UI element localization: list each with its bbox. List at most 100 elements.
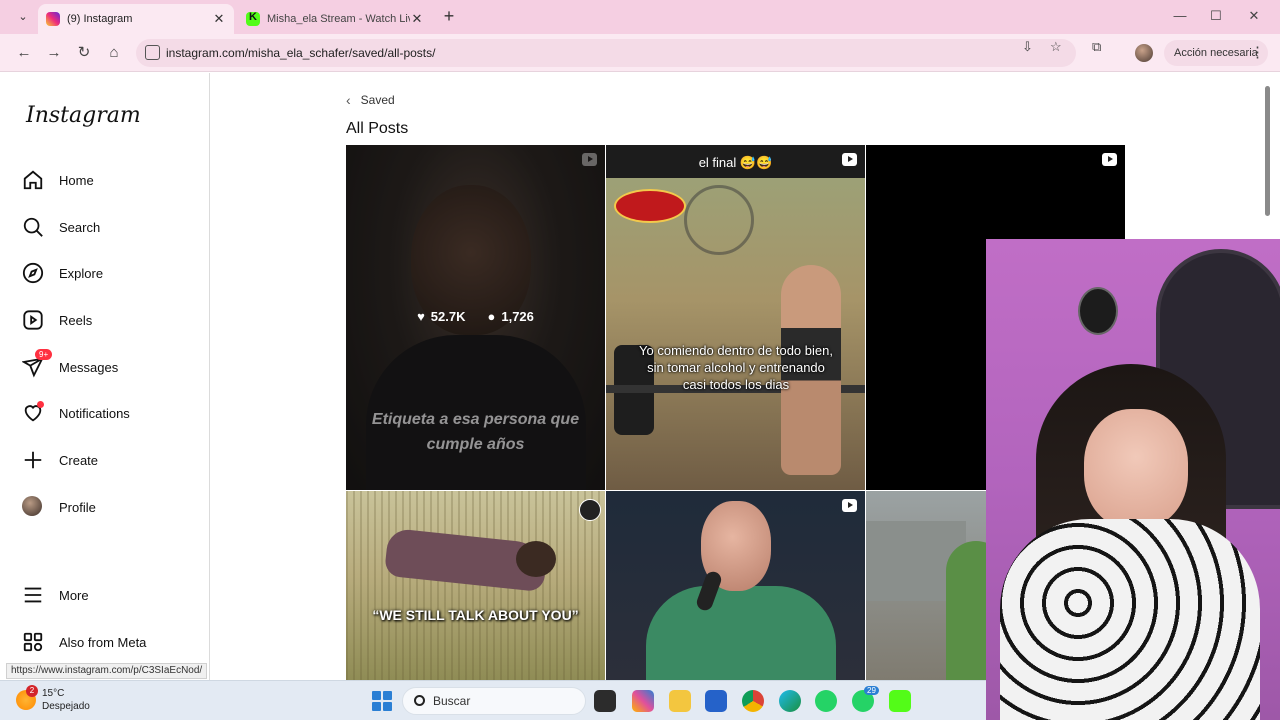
site-info-icon[interactable]: [145, 45, 160, 60]
store-icon[interactable]: [705, 690, 727, 712]
search-icon: [22, 216, 44, 238]
sidebar-item-reels[interactable]: Reels: [22, 300, 202, 340]
bookmark-star-icon[interactable]: ☆: [1050, 39, 1062, 55]
reel-icon: [842, 499, 857, 512]
reel-icon: [1102, 153, 1117, 166]
home-icon: [22, 169, 44, 191]
meta-apps-icon: [22, 631, 44, 653]
sidebar-item-label: Messages: [59, 359, 119, 375]
chrome-icon[interactable]: [742, 690, 764, 712]
account-logo-icon: [579, 499, 601, 521]
sidebar-item-label: Reels: [59, 312, 93, 328]
tab-title: Misha_ela Stream - Watch Live: [267, 13, 410, 25]
post-top-text: el final 😅😅: [606, 145, 865, 178]
tab-close-icon[interactable]: ✕: [410, 11, 424, 27]
file-explorer-icon[interactable]: [669, 690, 691, 712]
whatsapp-icon[interactable]: [815, 690, 837, 712]
sidebar-item-notifications[interactable]: Notifications: [22, 393, 202, 433]
new-tab-button[interactable]: +: [440, 6, 458, 27]
browser-tab-bar: ⌄ (9) Instagram ✕ Misha_ela Stream - Wat…: [0, 0, 1280, 34]
home-icon[interactable]: ⌂: [103, 42, 125, 64]
minimize-icon[interactable]: —: [1172, 8, 1188, 23]
post-tile[interactable]: ♥ 52.7K ● 1,726 Etiqueta a esa persona que…: [346, 145, 605, 490]
instagram-sidebar: Instagram Home Search Explore Reels 9+ M…: [6, 73, 210, 680]
sidebar-item-label: Also from Meta: [59, 634, 147, 650]
post-tile[interactable]: el final 😅😅 Yo comiendo dentro de todo b…: [606, 145, 865, 490]
address-bar[interactable]: instagram.com/misha_ela_schafer/saved/al…: [136, 39, 1076, 67]
heart-icon: [22, 401, 44, 424]
back-icon[interactable]: ←: [13, 42, 35, 64]
extensions-icon[interactable]: ⧉: [1092, 39, 1101, 55]
weather-widget[interactable]: 2 15°C Despejado: [16, 685, 90, 713]
menu-icon: [22, 584, 44, 606]
like-icon: ♥: [417, 309, 425, 324]
sidebar-item-messages[interactable]: 9+ Messages: [21, 347, 202, 387]
instagram-favicon-icon: [46, 12, 60, 26]
chevron-left-icon: ‹: [346, 92, 351, 108]
sidebar-item-label: More: [59, 587, 89, 603]
weather-temp: 15°C: [42, 688, 65, 699]
sidebar-item-create[interactable]: Create: [22, 440, 202, 480]
sidebar-item-profile[interactable]: Profile: [22, 487, 202, 527]
copilot-icon[interactable]: [632, 690, 654, 712]
notification-dot: [37, 401, 44, 408]
windows-start-icon[interactable]: [372, 691, 392, 711]
windows-taskbar: 2 15°C Despejado Buscar 29: [0, 680, 986, 720]
weather-sun-icon: 2: [16, 685, 38, 710]
sidebar-item-label: Create: [59, 452, 99, 468]
reels-icon: [22, 309, 44, 331]
browser-menu-icon[interactable]: ⋮: [1250, 43, 1265, 61]
page-title: All Posts: [346, 120, 409, 137]
post-caption: “WE STILL TALK ABOUT YOU”: [372, 607, 579, 623]
tab-search-menu-icon[interactable]: ⌄: [12, 8, 34, 26]
sidebar-item-label: Notifications: [59, 405, 130, 421]
like-count: 52.7K: [430, 309, 466, 324]
post-tile[interactable]: [606, 491, 865, 680]
comment-count: 1,726: [501, 309, 534, 324]
tab-kick-stream[interactable]: Misha_ela Stream - Watch Live ✕: [238, 4, 432, 34]
maximize-icon[interactable]: ☐: [1208, 8, 1224, 24]
forward-icon[interactable]: →: [43, 42, 65, 64]
plus-icon: [22, 449, 44, 471]
whatsapp-unread-badge: 29: [864, 686, 879, 695]
page-scrollbar[interactable]: [1265, 86, 1270, 216]
sidebar-item-more[interactable]: More: [22, 575, 202, 615]
instagram-logo[interactable]: Instagram: [26, 103, 141, 128]
close-window-icon[interactable]: ✕: [1246, 8, 1262, 24]
post-caption: Etiqueta a esa persona que cumple años: [371, 411, 580, 453]
sidebar-item-also-from-meta[interactable]: Also from Meta: [22, 622, 202, 662]
compass-icon: [22, 262, 44, 284]
back-to-saved-link[interactable]: ‹ Saved: [346, 92, 395, 108]
post-caption: Yo comiendo dentro de todo bien, sin tom…: [639, 343, 833, 392]
taskbar-search-box[interactable]: Buscar: [402, 687, 586, 715]
install-app-icon[interactable]: ⇩: [1022, 39, 1033, 55]
messages-badge: 9+: [35, 349, 53, 360]
tab-title: (9) Instagram: [67, 13, 133, 25]
kick-favicon-icon: [246, 11, 260, 26]
sidebar-item-label: Home: [59, 172, 94, 188]
reel-icon: [842, 153, 857, 166]
webcam-overlay: [986, 239, 1280, 720]
weather-desc: Despejado: [42, 701, 90, 712]
task-view-icon[interactable]: [594, 690, 616, 712]
browser-profile-avatar[interactable]: [1135, 44, 1153, 62]
sidebar-item-explore[interactable]: Explore: [22, 253, 202, 293]
sidebar-item-label: Explore: [59, 265, 104, 281]
tab-close-icon[interactable]: ✕: [212, 11, 226, 27]
browser-toolbar: ← → ↻ ⌂ instagram.com/misha_ela_schafer/…: [0, 34, 1280, 72]
sidebar-item-search[interactable]: Search: [22, 207, 202, 247]
sidebar-item-home[interactable]: Home: [22, 160, 202, 200]
edge-icon[interactable]: [779, 690, 801, 712]
reel-icon: [582, 153, 597, 166]
back-label: Saved: [360, 93, 395, 107]
post-tile[interactable]: “WE STILL TALK ABOUT YOU”: [346, 491, 605, 680]
link-status-bar: https://www.instagram.com/p/C3SIaEcNod/: [6, 663, 208, 679]
weather-badge: 2: [26, 685, 38, 697]
search-icon: [414, 695, 425, 706]
post-stats: ♥ 52.7K ● 1,726: [346, 309, 605, 324]
kick-app-icon[interactable]: [889, 690, 911, 712]
reload-icon[interactable]: ↻: [73, 42, 95, 64]
avatar: [22, 496, 44, 518]
messenger-icon: 9+: [21, 349, 53, 378]
tab-instagram[interactable]: (9) Instagram ✕: [38, 4, 234, 34]
